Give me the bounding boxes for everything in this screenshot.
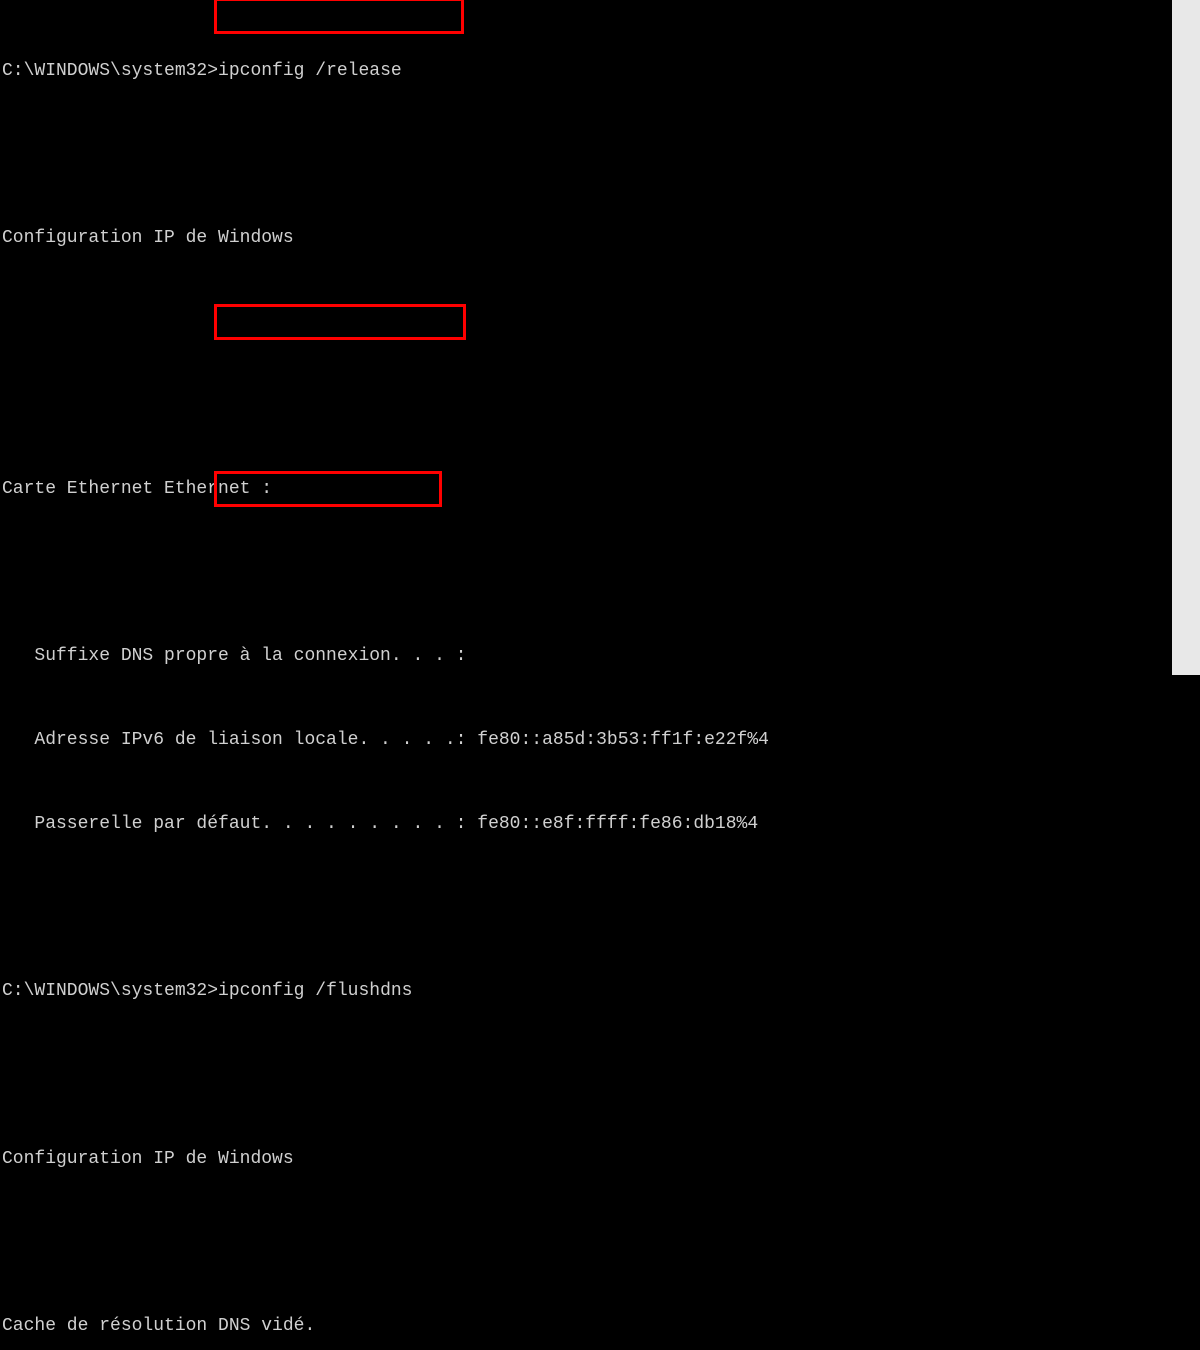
blank-line bbox=[2, 895, 1172, 923]
output-gateway-1: Passerelle par défaut. . . . . . . . . :… bbox=[2, 811, 1172, 839]
blank-line bbox=[2, 560, 1172, 588]
prompt-text: C:\WINDOWS\system32> bbox=[2, 981, 218, 1001]
command-line-1: C:\WINDOWS\system32>ipconfig /release bbox=[2, 58, 1172, 86]
output-dns-suffix-1: Suffixe DNS propre à la connexion. . . : bbox=[2, 643, 1172, 671]
output-config-header-1: Configuration IP de Windows bbox=[2, 225, 1172, 253]
blank-line bbox=[2, 1062, 1172, 1090]
command-text-2: ipconfig /flushdns bbox=[218, 981, 412, 1001]
output-ethernet-header-1: Carte Ethernet Ethernet : bbox=[2, 476, 1172, 504]
output-config-header-2: Configuration IP de Windows bbox=[2, 1146, 1172, 1174]
highlight-box-release bbox=[214, 0, 464, 34]
blank-line bbox=[2, 392, 1172, 420]
prompt-text: C:\WINDOWS\system32> bbox=[2, 61, 218, 81]
blank-line bbox=[2, 1229, 1172, 1257]
command-line-2: C:\WINDOWS\system32>ipconfig /flushdns bbox=[2, 978, 1172, 1006]
output-ipv6-1: Adresse IPv6 de liaison locale. . . . .:… bbox=[2, 727, 1172, 755]
command-prompt-terminal[interactable]: C:\WINDOWS\system32>ipconfig /release Co… bbox=[0, 0, 1172, 675]
scrollbar-track[interactable] bbox=[1172, 0, 1200, 675]
vertical-scrollbar[interactable] bbox=[1172, 0, 1200, 675]
blank-line bbox=[2, 309, 1172, 337]
blank-line bbox=[2, 141, 1172, 169]
output-dns-cache: Cache de résolution DNS vidé. bbox=[2, 1313, 1172, 1341]
command-text-1: ipconfig /release bbox=[218, 61, 402, 81]
